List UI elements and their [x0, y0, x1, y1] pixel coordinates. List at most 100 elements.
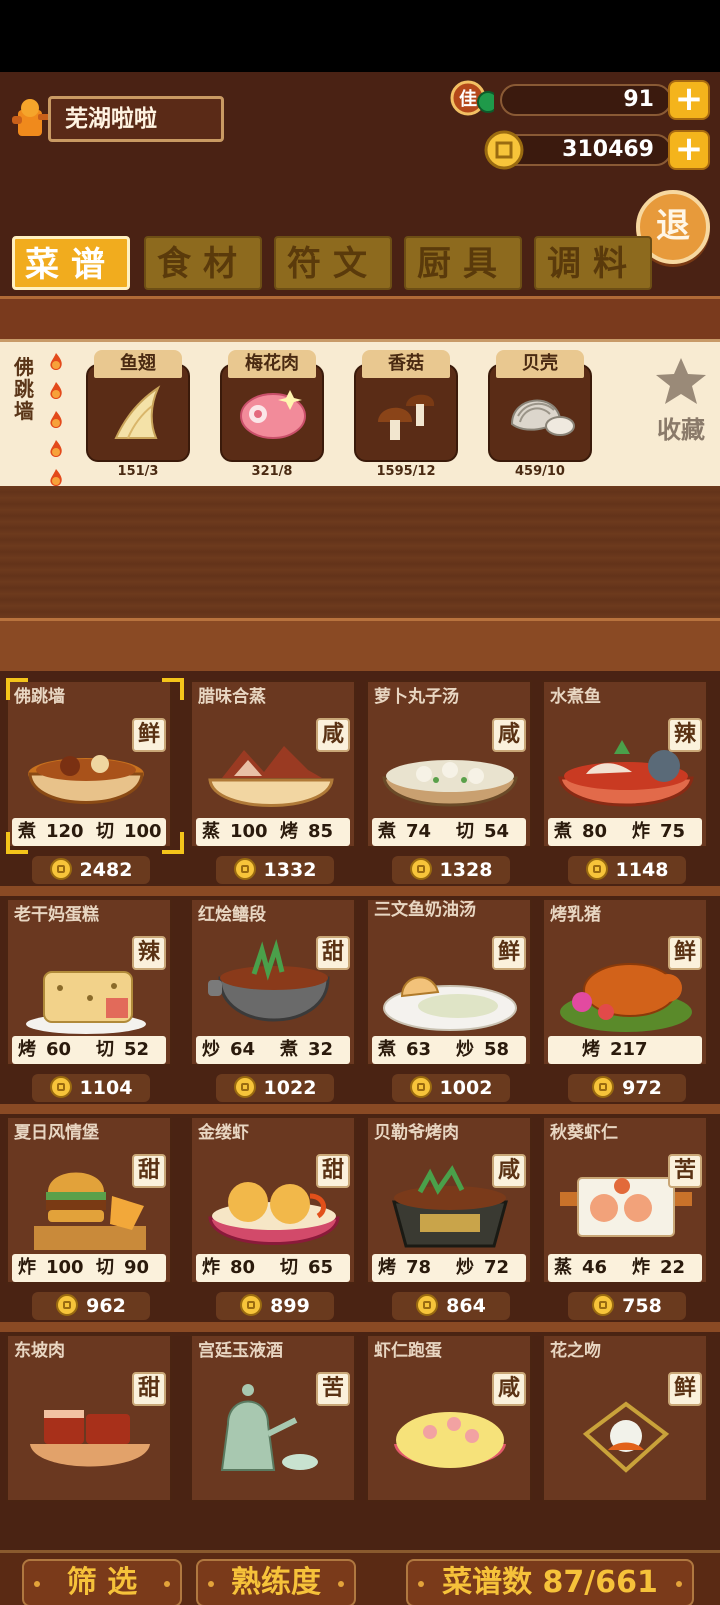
price-tag: 758 [568, 1292, 686, 1320]
tab-recipes[interactable]: 菜谱 [12, 236, 130, 290]
coin-icon [56, 1294, 79, 1316]
player-name: 芜湖啦啦 [48, 96, 224, 142]
recipe-card[interactable]: 宫廷玉液酒 苦 [190, 1334, 356, 1542]
coin-icon [49, 1076, 72, 1098]
recipe-card[interactable]: 腊味合蒸 咸 蒸 100 烤 85 1332 [190, 680, 356, 888]
coin-currency: 310469 + [484, 128, 712, 170]
proficiency-label: 熟练度 [231, 1565, 321, 1600]
recipe-card[interactable]: 秋葵虾仁 苦 蒸 46 炸 22 758 [542, 1116, 708, 1324]
ingredient-label: 香菇 [362, 350, 450, 378]
stat-value: 65 [308, 1257, 334, 1278]
price-tag: 899 [216, 1292, 334, 1320]
ingredient-shell[interactable]: 贝壳 459/10 [488, 350, 592, 479]
flame-icon [50, 382, 62, 399]
price-tag: 972 [568, 1074, 686, 1102]
stat-label: 炒 [456, 1039, 474, 1060]
add-jade-button[interactable]: + [668, 80, 710, 120]
stat-label: 蒸 [202, 821, 220, 842]
recipe-card[interactable]: 佛跳墙 鲜 煮 120 切 100 2482 [6, 678, 184, 888]
recipe-card[interactable]: 虾仁跑蛋 咸 [366, 1334, 532, 1542]
recipe-count-button[interactable]: 菜谱数 87/661 [406, 1559, 694, 1605]
ingredient-shark-fin[interactable]: 鱼翅 151/3 [86, 350, 190, 479]
recipe-card[interactable]: 烤乳猪 鲜 烤 217 972 [542, 898, 708, 1106]
wood-panel [0, 486, 720, 618]
recipe-name: 三文鱼奶油汤 [374, 900, 476, 920]
game-scene: 芜湖啦啦 91 佳 + 310469 + 退 菜谱 食材 符文 厨具 调料 佛跳… [0, 72, 720, 1605]
filter-label: 筛 选 [66, 1565, 138, 1600]
jade-icon: 佳 [450, 80, 494, 116]
shelf-divider [0, 1322, 720, 1332]
player-info[interactable]: 芜湖啦啦 [8, 92, 224, 144]
recipe-stars [48, 352, 70, 497]
recipe-card[interactable]: 贝勒爷烤肉 咸 烤 78 炒 72 864 [366, 1116, 532, 1324]
stat-value: 74 [406, 821, 432, 842]
recipe-card[interactable]: 东坡肉 甜 [6, 1334, 172, 1542]
flavor-badge: 甜 [132, 1372, 166, 1406]
bottom-bar: 筛 选 熟练度 菜谱数 87/661 [0, 1550, 720, 1605]
stat-value: 46 [582, 1257, 608, 1278]
flavor-badge: 辣 [668, 718, 702, 752]
coin-icon [592, 1294, 615, 1316]
stat-value: 54 [484, 821, 510, 842]
pork-icon [240, 390, 306, 439]
ingredient-mushroom[interactable]: 香菇 1595/12 [354, 350, 458, 479]
flame-icon [50, 353, 62, 370]
tab-seasoning[interactable]: 调料 [534, 236, 652, 290]
tab-ingredients[interactable]: 食材 [144, 236, 262, 290]
ingredient-pork[interactable]: 梅花肉 321/8 [220, 350, 324, 479]
flavor-badge: 咸 [492, 1154, 526, 1188]
stat-value: 64 [230, 1039, 256, 1060]
jade-badge: 佳 [459, 88, 477, 110]
add-coin-button[interactable]: + [668, 130, 710, 170]
recipe-card[interactable]: 金缕虾 甜 炸 80 切 65 899 [190, 1116, 356, 1324]
stat-value: 217 [610, 1039, 648, 1060]
selected-recipe-name: 佛跳墙 [14, 355, 34, 423]
flame-icon [50, 440, 62, 457]
ingredient-count: 321/8 [251, 464, 293, 479]
stat-label: 炸 [632, 821, 650, 842]
stat-value: 100 [230, 821, 268, 842]
favorite-button[interactable]: 收藏 [646, 356, 716, 445]
recipe-name: 萝卜丸子汤 [374, 687, 459, 707]
recipe-price: 1332 [263, 859, 317, 881]
recipe-card[interactable]: 水煮鱼 辣 煮 80 炸 75 1148 [542, 680, 708, 888]
flavor-badge: 咸 [316, 718, 350, 752]
price-tag: 1104 [32, 1074, 150, 1102]
recipe-card[interactable]: 花之吻 鲜 [542, 1334, 708, 1542]
tab-runes[interactable]: 符文 [274, 236, 392, 290]
recipe-price: 1104 [79, 1077, 133, 1099]
stat-value: 52 [124, 1039, 150, 1060]
recipe-name: 水煮鱼 [550, 687, 601, 707]
stat-value: 75 [660, 821, 686, 842]
recipe-card[interactable]: 红烩鳝段 甜 炒 64 煮 32 1022 [190, 898, 356, 1106]
stat-value: 58 [484, 1039, 510, 1060]
recipe-price: 1148 [615, 859, 669, 881]
flavor-badge: 咸 [492, 718, 526, 752]
price-tag: 1332 [216, 856, 334, 884]
tab-cookware[interactable]: 厨具 [404, 236, 522, 290]
recipe-name: 虾仁跑蛋 [374, 1341, 442, 1361]
recipe-price: 972 [622, 1077, 662, 1099]
flavor-badge: 甜 [132, 1154, 166, 1188]
coin-icon [592, 1076, 615, 1098]
recipe-name: 花之吻 [550, 1341, 601, 1361]
filter-button[interactable]: 筛 选 [22, 1559, 182, 1605]
recipe-card[interactable]: 夏日风情堡 甜 炸 100 切 90 962 [6, 1116, 172, 1324]
shark-fin-icon [114, 385, 161, 439]
flavor-badge: 鲜 [668, 1372, 702, 1406]
ingredient-count: 151/3 [117, 464, 159, 479]
jade-currency: 91 佳 + [450, 78, 712, 120]
recipe-price: 1022 [263, 1077, 317, 1099]
flavor-badge: 鲜 [492, 936, 526, 970]
recipe-card[interactable]: 三文鱼奶油汤 鲜 煮 63 炒 58 1002 [366, 898, 532, 1106]
recipe-name: 东坡肉 [14, 1341, 65, 1361]
stat-value: 22 [660, 1257, 686, 1278]
price-tag: 2482 [32, 856, 150, 884]
mushroom-icon [378, 394, 435, 440]
proficiency-button[interactable]: 熟练度 [196, 1559, 356, 1605]
selection-corner [6, 832, 28, 854]
recipe-card[interactable]: 老干妈蛋糕 辣 烤 60 切 52 1104 [6, 898, 172, 1106]
recipe-card[interactable]: 萝卜丸子汤 咸 煮 74 切 54 1328 [366, 680, 532, 888]
stat-label: 炒 [202, 1039, 220, 1060]
recipe-price: 1328 [439, 859, 493, 881]
